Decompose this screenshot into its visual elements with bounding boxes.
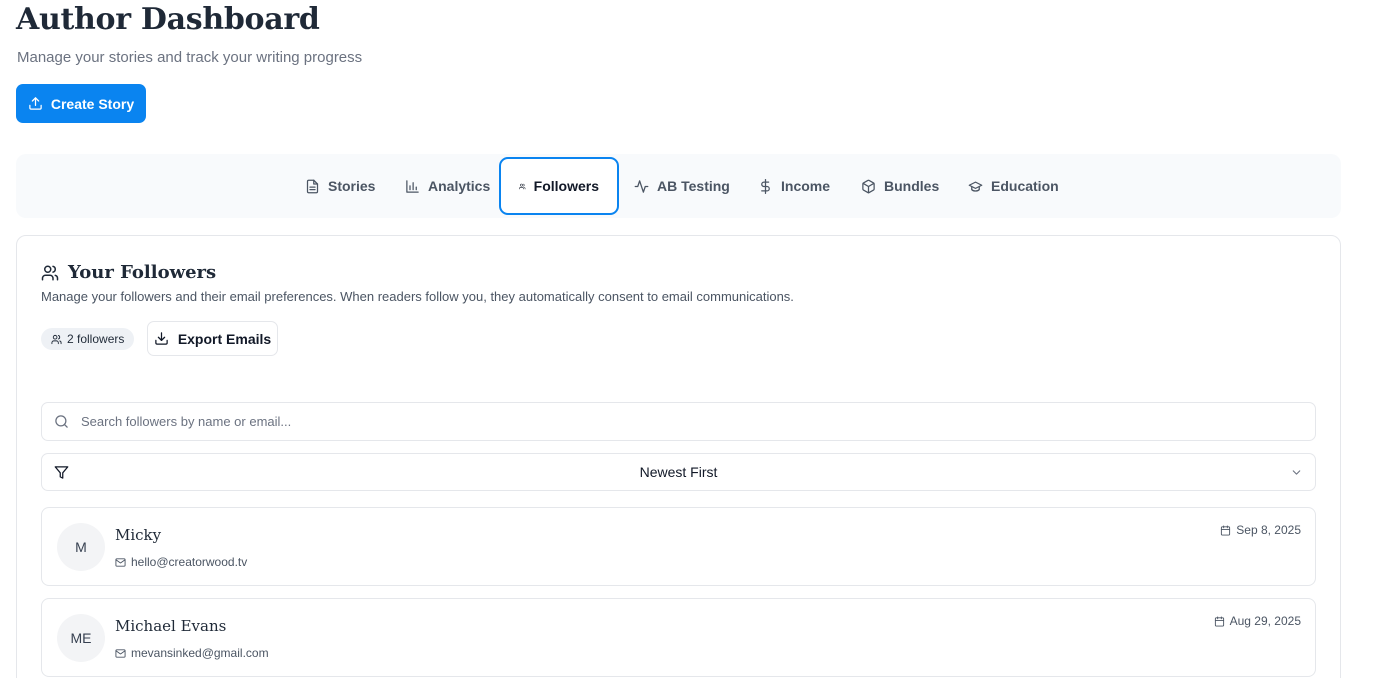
follower-date: Sep 8, 2025 [1220, 523, 1301, 537]
tab-analytics-label: Analytics [428, 178, 491, 194]
tab-ab-testing-label: AB Testing [657, 178, 730, 194]
avatar: ME [57, 614, 105, 662]
tab-education-label: Education [991, 178, 1059, 194]
followers-title: Your Followers [41, 262, 216, 283]
export-emails-button[interactable]: Export Emails [147, 321, 278, 356]
followers-card: Your Followers Manage your followers and… [16, 235, 1341, 678]
tab-bundles[interactable]: Bundles [843, 157, 957, 215]
create-story-button[interactable]: Create Story [16, 84, 146, 123]
follower-count-label: 2 followers [67, 332, 125, 346]
search-field[interactable] [41, 402, 1316, 441]
follower-email: mevansinked@gmail.com [115, 646, 269, 660]
sort-select[interactable]: Newest First [41, 453, 1316, 491]
page-title: Author Dashboard [16, 2, 320, 37]
graduation-cap-icon [968, 181, 983, 192]
create-story-label: Create Story [50, 95, 135, 112]
follower-date-text: Aug 29, 2025 [1229, 614, 1301, 628]
sort-value: Newest First [639, 464, 718, 480]
followers-description: Manage your followers and their email pr… [41, 289, 794, 304]
dollar-icon [761, 178, 770, 194]
tab-income-label: Income [781, 178, 831, 194]
follower-name: Michael Evans [115, 617, 227, 635]
follower-count-badge: 2 followers [41, 328, 135, 350]
mail-icon [115, 648, 126, 658]
tab-followers[interactable]: Followers [499, 157, 619, 215]
document-icon [306, 179, 319, 193]
follower-email-text: hello@creatorwood.tv [131, 555, 248, 569]
calendar-icon [1214, 615, 1224, 627]
users-icon [41, 265, 59, 280]
tab-income[interactable]: Income [740, 157, 848, 215]
follower-email-text: mevansinked@gmail.com [131, 646, 269, 660]
tab-ab-testing[interactable]: AB Testing [616, 157, 748, 215]
export-emails-label: Export Emails [177, 330, 272, 347]
activity-icon [634, 179, 649, 193]
bar-chart-icon [406, 179, 419, 193]
follower-date: Aug 29, 2025 [1214, 614, 1301, 628]
tab-stories-label: Stories [328, 178, 376, 194]
users-icon [519, 183, 526, 189]
chevron-down-icon [1292, 470, 1301, 475]
follower-row[interactable]: ME Michael Evans mevansinked@gmail.com A… [41, 598, 1316, 677]
filter-icon [54, 466, 69, 479]
package-icon [862, 179, 875, 193]
page-subtitle: Manage your stories and track your writi… [17, 49, 363, 66]
users-icon [51, 334, 62, 344]
tab-analytics[interactable]: Analytics [387, 157, 508, 215]
search-icon [55, 415, 68, 428]
follower-name: Micky [115, 526, 162, 544]
follower-date-text: Sep 8, 2025 [1236, 523, 1301, 537]
follower-row[interactable]: M Micky hello@creatorwood.tv Sep 8, 2025 [41, 507, 1316, 586]
tab-bundles-label: Bundles [884, 178, 940, 194]
search-input[interactable] [81, 414, 1315, 429]
mail-icon [115, 557, 126, 567]
followers-title-text: Your Followers [68, 262, 217, 283]
download-icon [155, 332, 168, 345]
calendar-icon [1221, 524, 1231, 536]
tab-bar: Stories Analytics Followers AB Testing I… [16, 154, 1341, 218]
upload-icon [29, 97, 42, 110]
avatar: M [57, 523, 105, 571]
tab-education[interactable]: Education [950, 157, 1077, 215]
tab-stories[interactable]: Stories [287, 157, 393, 215]
follower-email: hello@creatorwood.tv [115, 555, 247, 569]
tab-followers-label: Followers [533, 178, 599, 194]
